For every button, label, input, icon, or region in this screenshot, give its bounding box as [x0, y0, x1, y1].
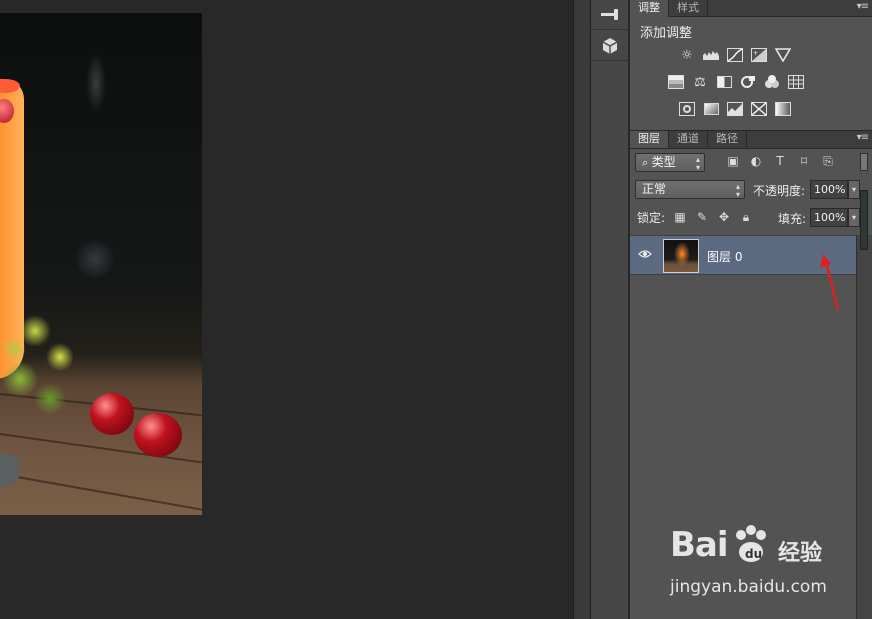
curves-icon[interactable]: [726, 47, 744, 63]
pixel-filter-icon[interactable]: ▣: [725, 153, 741, 169]
tab-adjustments[interactable]: 调整: [630, 0, 669, 17]
panel-scroll-thumb[interactable]: [860, 190, 868, 250]
lock-position-icon[interactable]: ✥: [716, 209, 732, 225]
svg-text:+: +: [753, 50, 758, 57]
select-arrows-icon: ▴ ▾: [735, 182, 740, 199]
brightness-contrast-icon[interactable]: ☼: [678, 47, 696, 63]
panel-menu-icon[interactable]: ▾≡: [857, 1, 869, 12]
threshold-icon[interactable]: [726, 101, 744, 117]
fill-dropdown-arrow-icon[interactable]: ▾: [848, 208, 860, 227]
adjustments-panel: 调整 样式 ▾≡ 添加调整 ☼ + ⚖: [630, 0, 872, 130]
visibility-eye-icon[interactable]: [638, 248, 652, 262]
blend-mode-value: 正常: [642, 182, 667, 196]
smart-object-filter-icon[interactable]: ⎘: [820, 153, 836, 169]
exposure-icon[interactable]: +: [750, 47, 768, 63]
posterize-icon[interactable]: [702, 101, 720, 117]
hue-saturation-icon[interactable]: [667, 74, 685, 90]
color-lookup-icon[interactable]: [787, 74, 805, 90]
panel-collapse-strip[interactable]: [573, 0, 591, 619]
lock-image-icon[interactable]: ✎: [694, 209, 710, 225]
tab-layers[interactable]: 图层: [630, 131, 669, 148]
filter-toggle-switch[interactable]: [860, 153, 868, 171]
tab-channels[interactable]: 通道: [669, 131, 708, 148]
layer-filter-select[interactable]: ⌕ 类型 ▴ ▾: [635, 153, 705, 172]
lock-transparent-icon[interactable]: ▦: [672, 209, 688, 225]
photoshop-workspace: 调整 样式 ▾≡ 添加调整 ☼ + ⚖ 图层 通道 路径 ▾≡ ⌕ 类型 ▴ ▾…: [0, 0, 872, 619]
watermark-jingyan-text: 经验: [778, 541, 823, 566]
vibrance-icon[interactable]: [774, 47, 792, 63]
black-white-icon[interactable]: [715, 74, 733, 90]
shape-filter-icon[interactable]: ⌑: [796, 153, 812, 169]
3d-cube-icon[interactable]: [591, 31, 629, 61]
layer-thumbnail: [663, 239, 699, 273]
adjustments-tab-bar: 调整 样式 ▾≡: [630, 0, 872, 17]
select-arrows-icon: ▴ ▾: [695, 155, 700, 172]
opacity-label: 不透明度:: [753, 184, 806, 198]
layer-filter-kind: 类型: [651, 155, 676, 169]
levels-icon[interactable]: [702, 47, 720, 63]
layers-panel-menu-icon[interactable]: ▾≡: [857, 132, 869, 143]
selective-color-icon[interactable]: [750, 101, 768, 117]
lock-all-icon[interactable]: 🔒︎: [738, 209, 754, 225]
tab-paths[interactable]: 路径: [708, 131, 747, 148]
fill-label: 填充:: [778, 212, 807, 226]
document-canvas-area[interactable]: [0, 0, 573, 619]
tool-preset-icon[interactable]: [591, 0, 629, 30]
baidu-jingyan-watermark: Bai du 经验 jingyan.baidu.com: [670, 525, 860, 605]
watermark-logo-text: Bai: [670, 525, 729, 565]
document-image: [0, 13, 202, 515]
add-adjustment-title: 添加调整: [640, 26, 693, 41]
tab-styles[interactable]: 样式: [669, 0, 708, 17]
svg-text:du: du: [745, 547, 762, 561]
blend-mode-select[interactable]: 正常 ▴ ▾: [635, 180, 745, 199]
layers-tab-bar: 图层 通道 路径 ▾≡: [630, 131, 872, 149]
photo-filter-icon[interactable]: [739, 74, 757, 90]
search-icon: ⌕: [642, 156, 652, 169]
opacity-dropdown-arrow-icon[interactable]: ▾: [848, 180, 860, 199]
baidu-paw-icon: du: [736, 525, 766, 562]
gradient-map-icon[interactable]: [774, 101, 792, 117]
fill-input[interactable]: 100%: [810, 208, 848, 227]
lock-label: 锁定:: [637, 211, 666, 225]
opacity-input[interactable]: 100%: [810, 180, 848, 199]
panel-icon-dock: [591, 0, 629, 619]
type-filter-icon[interactable]: T: [772, 153, 788, 169]
invert-icon[interactable]: [678, 101, 696, 117]
layer-name[interactable]: 图层 0: [707, 248, 742, 265]
color-balance-icon[interactable]: ⚖: [691, 74, 709, 90]
watermark-url: jingyan.baidu.com: [670, 577, 827, 597]
channel-mixer-icon[interactable]: [763, 74, 781, 90]
annotation-arrow: [820, 254, 840, 311]
adjustment-filter-icon[interactable]: ◐: [748, 153, 764, 169]
